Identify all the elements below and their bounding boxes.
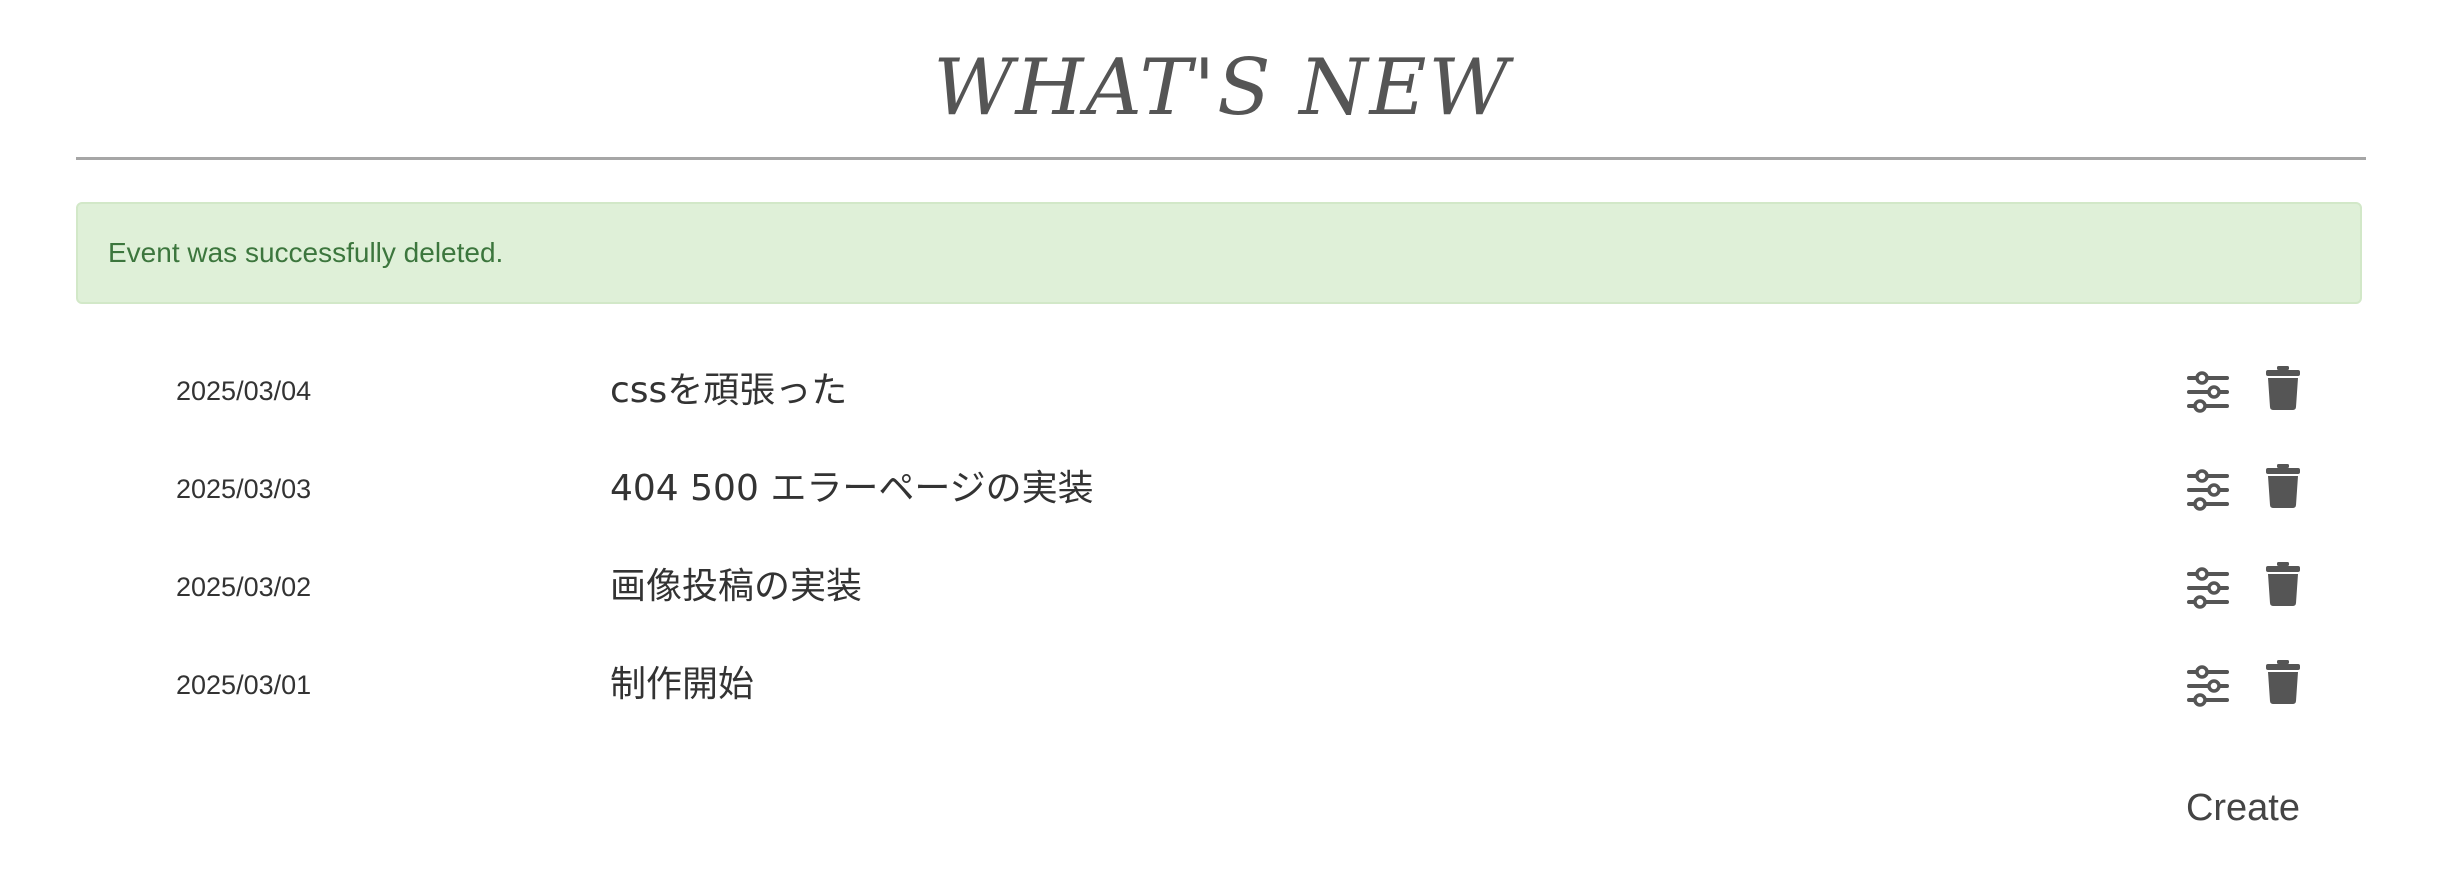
event-date: 2025/03/01	[176, 670, 312, 700]
alert-message: Event was successfully deleted.	[108, 237, 504, 268]
trash-icon[interactable]	[2265, 366, 2301, 410]
event-row: 2025/03/02 画像投稿の実装	[76, 538, 2366, 636]
sliders-icon[interactable]	[2185, 663, 2231, 709]
event-list: 2025/03/04 cssを頑張った 2025/03/03 404 500 エ…	[76, 342, 2366, 734]
sliders-icon[interactable]	[2185, 467, 2231, 513]
event-title: 制作開始	[610, 664, 755, 705]
event-row: 2025/03/04 cssを頑張った	[76, 342, 2366, 440]
trash-icon[interactable]	[2265, 660, 2301, 704]
trash-icon[interactable]	[2265, 464, 2301, 508]
event-date: 2025/03/03	[176, 474, 312, 504]
event-date: 2025/03/02	[176, 572, 312, 602]
event-title: 画像投稿の実装	[610, 566, 863, 607]
event-title: cssを頑張った	[610, 370, 848, 411]
event-row: 2025/03/03 404 500 エラーページの実装	[76, 440, 2366, 538]
success-alert: Event was successfully deleted.	[76, 202, 2362, 304]
page-title: WHAT'S NEW	[933, 43, 1511, 133]
trash-icon[interactable]	[2265, 562, 2301, 606]
sliders-icon[interactable]	[2185, 565, 2231, 611]
sliders-icon[interactable]	[2185, 369, 2231, 415]
title-divider	[76, 157, 2366, 160]
create-link[interactable]: Create	[2130, 778, 2300, 838]
event-title: 404 500 エラーページの実装	[610, 468, 1094, 509]
event-row: 2025/03/01 制作開始	[76, 636, 2366, 734]
event-date: 2025/03/04	[176, 376, 312, 406]
